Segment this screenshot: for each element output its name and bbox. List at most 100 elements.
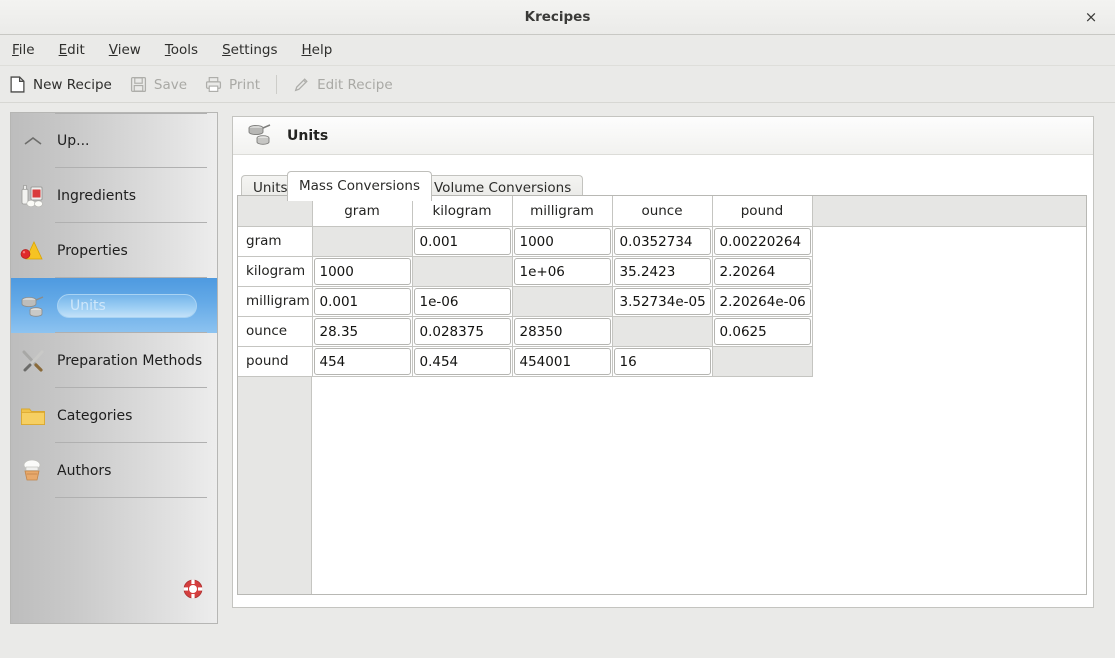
- cell-input[interactable]: 3.52734e-05: [613, 287, 711, 315]
- save-label: Save: [153, 76, 188, 93]
- cell-input[interactable]: 0.001: [313, 287, 411, 315]
- sidebar-item-label: Authors: [57, 462, 112, 479]
- mass-conversions-table-container[interactable]: gram kilogram milligram ounce pound gram…: [237, 195, 1087, 595]
- row-header-gram[interactable]: gram: [238, 226, 313, 257]
- cell-input[interactable]: 0.0352734: [613, 227, 711, 255]
- cell-kilogram-kilogram: [412, 256, 513, 287]
- cell-input[interactable]: 2.20264e-06: [713, 287, 811, 315]
- sidebar-item-label: Categories: [57, 407, 133, 424]
- table-row: milligram 0.001 1e-06 3.52734e-05 2.2026…: [238, 286, 1086, 317]
- new-document-icon: [9, 76, 26, 93]
- cell-milligram-ounce[interactable]: 3.52734e-05: [612, 286, 713, 317]
- cell-input[interactable]: 454: [313, 347, 411, 375]
- cell-milligram-milligram: [512, 286, 613, 317]
- print-button[interactable]: Print: [196, 66, 269, 103]
- cell-input[interactable]: 2.20264: [713, 257, 811, 285]
- sidebar-item-label: Ingredients: [57, 187, 136, 204]
- cell-input[interactable]: 1000: [313, 257, 411, 285]
- menu-file[interactable]: File: [0, 35, 47, 66]
- new-recipe-button[interactable]: New Recipe: [0, 66, 121, 103]
- edit-recipe-button[interactable]: Edit Recipe: [284, 66, 402, 103]
- row-header-kilogram[interactable]: kilogram: [238, 256, 313, 287]
- cell-input[interactable]: 0.028375: [413, 317, 511, 345]
- cell-milligram-gram[interactable]: 0.001: [312, 286, 413, 317]
- table-row: gram 0.001 1000 0.0352734 0.00220264: [238, 226, 1086, 257]
- column-header-milligram[interactable]: milligram: [512, 196, 613, 227]
- cell-input[interactable]: 1e+06: [513, 257, 611, 285]
- cell-pound-ounce[interactable]: 16: [612, 346, 713, 377]
- cell-ounce-pound[interactable]: 0.0625: [712, 316, 813, 347]
- row-header-ounce[interactable]: ounce: [238, 316, 313, 347]
- cell-ounce-milligram[interactable]: 28350: [512, 316, 613, 347]
- menu-view[interactable]: View: [97, 35, 153, 66]
- cell-milligram-kilogram[interactable]: 1e-06: [412, 286, 513, 317]
- cell-ounce-kilogram[interactable]: 0.028375: [412, 316, 513, 347]
- cell-input[interactable]: 0.0625: [713, 317, 811, 345]
- cell-gram-milligram[interactable]: 1000: [512, 226, 613, 257]
- cell-kilogram-milligram[interactable]: 1e+06: [512, 256, 613, 287]
- sidebar-item-label: Units: [57, 293, 197, 318]
- menu-tools[interactable]: Tools: [153, 35, 210, 66]
- sidebar-item-preparation-methods[interactable]: Preparation Methods: [11, 333, 217, 388]
- cell-milligram-pound[interactable]: 2.20264e-06: [712, 286, 813, 317]
- toolbar: New Recipe Save Print Edit Recipe: [0, 66, 1115, 103]
- menu-settings[interactable]: Settings: [210, 35, 289, 66]
- menu-bar: File Edit View Tools Settings Help: [0, 35, 1115, 66]
- application-window: Krecipes × File Edit View Tools Settings…: [0, 0, 1115, 658]
- cell-ounce-gram[interactable]: 28.35: [312, 316, 413, 347]
- cell-kilogram-pound[interactable]: 2.20264: [712, 256, 813, 287]
- cell-pound-milligram[interactable]: 454001: [512, 346, 613, 377]
- sidebar-item-up[interactable]: Up...: [11, 113, 217, 168]
- cell-input[interactable]: 28.35: [313, 317, 411, 345]
- cell-pound-kilogram[interactable]: 0.454: [412, 346, 513, 377]
- edit-recipe-label: Edit Recipe: [317, 76, 393, 93]
- sidebar-item-properties[interactable]: Properties: [11, 223, 217, 278]
- cell-input[interactable]: 0.00220264: [713, 227, 811, 255]
- lifebuoy-icon[interactable]: [183, 579, 203, 599]
- cell-gram-ounce[interactable]: 0.0352734: [612, 226, 713, 257]
- toolbar-separator: [276, 75, 278, 94]
- folder-icon: [11, 405, 55, 427]
- row-header-milligram[interactable]: milligram: [238, 286, 313, 317]
- title-bar: Krecipes ×: [0, 0, 1115, 35]
- cell-kilogram-gram[interactable]: 1000: [312, 256, 413, 287]
- close-icon[interactable]: ×: [1077, 0, 1105, 35]
- table-row: kilogram 1000 1e+06 35.2423 2.20264: [238, 256, 1086, 287]
- window-title: Krecipes: [524, 9, 591, 25]
- sidebar-item-label: Preparation Methods: [57, 352, 203, 369]
- sidebar-item-label: Up...: [57, 132, 90, 149]
- cell-gram-pound[interactable]: 0.00220264: [712, 226, 813, 257]
- table-row-filler: [812, 256, 1086, 286]
- table-row: ounce 28.35 0.028375 28350 0.0625: [238, 316, 1086, 347]
- cell-input[interactable]: 0.454: [413, 347, 511, 375]
- cell-input[interactable]: 0.001: [413, 227, 511, 255]
- cell-input[interactable]: 16: [613, 347, 711, 375]
- cell-gram-gram: [312, 226, 413, 257]
- save-floppy-icon: [130, 76, 147, 93]
- save-button[interactable]: Save: [121, 66, 196, 103]
- main-panel: Units Units Mass Conversions Volume Conv…: [232, 116, 1094, 608]
- cell-input[interactable]: 35.2423: [613, 257, 711, 285]
- menu-edit[interactable]: Edit: [47, 35, 97, 66]
- cell-kilogram-ounce[interactable]: 35.2423: [612, 256, 713, 287]
- ingredients-icon: [11, 183, 55, 209]
- sidebar-item-authors[interactable]: Authors: [11, 443, 217, 498]
- row-header-pound[interactable]: pound: [238, 346, 313, 377]
- menu-help[interactable]: Help: [289, 35, 344, 66]
- column-header-ounce[interactable]: ounce: [612, 196, 713, 227]
- cell-input[interactable]: 1000: [513, 227, 611, 255]
- cell-pound-gram[interactable]: 454: [312, 346, 413, 377]
- tab-mass-conversions[interactable]: Mass Conversions: [287, 171, 432, 201]
- sidebar-item-categories[interactable]: Categories: [11, 388, 217, 443]
- cell-gram-kilogram[interactable]: 0.001: [412, 226, 513, 257]
- table-row-filler: [812, 346, 1086, 376]
- pencil-icon: [293, 76, 310, 93]
- column-header-pound[interactable]: pound: [712, 196, 813, 227]
- cell-input[interactable]: 28350: [513, 317, 611, 345]
- sidebar-item-ingredients[interactable]: Ingredients: [11, 168, 217, 223]
- cell-input[interactable]: 454001: [513, 347, 611, 375]
- cell-input[interactable]: 1e-06: [413, 287, 511, 315]
- sidebar-item-label: Properties: [57, 242, 128, 259]
- utensils-icon: [11, 348, 55, 374]
- sidebar-item-units[interactable]: Units: [11, 278, 217, 333]
